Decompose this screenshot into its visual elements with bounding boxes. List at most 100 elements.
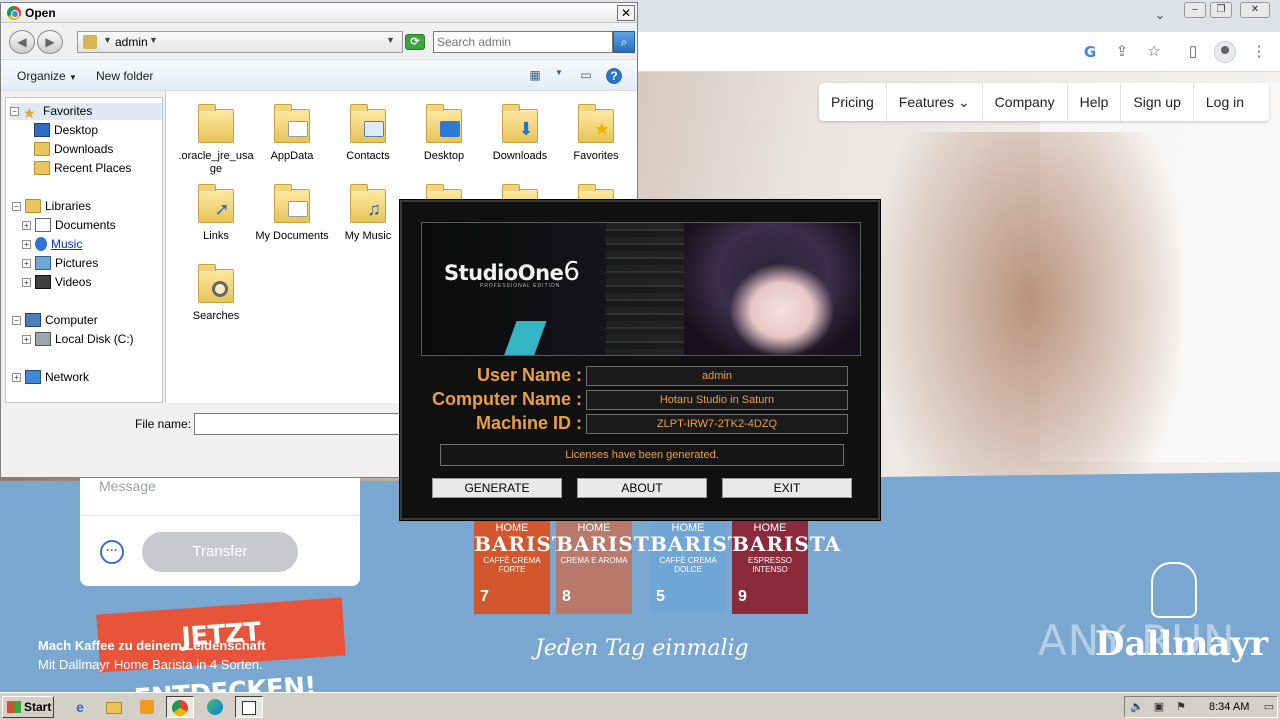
dialog-close-button[interactable]: ✕ [617,5,635,21]
flag-icon[interactable]: ⚑ [1173,700,1189,714]
tree-label: Videos [55,275,92,289]
tree-favorites[interactable]: − ★ Favorites [10,103,162,120]
nav-features-label: Features [898,94,955,110]
volume-icon[interactable]: 🔈 [1129,700,1145,714]
file-item[interactable]: ♫ My Music [328,179,408,243]
tree-pictures[interactable]: + Pictures [22,255,98,272]
view-dropdown-icon[interactable]: ▼ [551,68,567,84]
view-options-icon[interactable]: ▦ [527,68,543,84]
pack-strength: 5 [656,588,665,605]
brand-logo[interactable]: Dallmayr [1095,624,1268,664]
forward-button[interactable]: ▶ [37,30,63,54]
breadcrumb-arrow-icon[interactable]: ▼ [149,35,158,45]
internet-explorer-icon[interactable]: e [66,696,94,718]
file-item[interactable]: Contacts [328,99,408,163]
collapse-icon[interactable]: − [12,202,21,211]
clock[interactable]: 8:34 AM [1209,701,1249,713]
menu-kebab-icon[interactable]: ⋮ [1249,42,1269,62]
nav-pricing[interactable]: Pricing [819,83,887,121]
tree-recent-places[interactable]: Recent Places [34,160,131,177]
tree-music[interactable]: + Music [22,236,82,253]
transfer-button[interactable]: Transfer [142,532,298,572]
tree-label: Desktop [54,123,99,137]
promo-subline: Mit Dallmayr Home Barista in 4 Sorten. [38,657,263,672]
share-icon[interactable]: ⇪ [1112,42,1132,62]
side-panel-icon[interactable]: ▯ [1183,42,1203,62]
exit-button[interactable]: EXIT [722,478,852,498]
edge-icon[interactable] [201,696,229,718]
file-item[interactable]: Searches [176,259,256,323]
chrome-logo-icon [7,6,21,20]
tree-libraries[interactable]: − Libraries [12,198,91,215]
message-field[interactable]: Message [99,478,156,494]
computer-name-field[interactable]: Hotaru Studio in Saturn [586,390,848,410]
media-player-icon[interactable] [133,696,161,718]
chevron-down-icon: ⌄ [957,94,970,110]
links-folder-icon: ➚ [196,179,236,227]
nav-features[interactable]: Features ⌄ [887,83,983,121]
address-dropdown-icon[interactable]: ▼ [386,35,395,45]
tree-downloads[interactable]: Downloads [34,141,113,158]
expand-icon[interactable]: + [12,373,21,382]
about-button[interactable]: ABOUT [577,478,707,498]
tree-videos[interactable]: + Videos [22,274,91,291]
restore-button[interactable]: ❐ [1210,2,1232,18]
preview-pane-icon[interactable]: ▭ [578,68,594,84]
tree-desktop[interactable]: Desktop [34,122,98,139]
file-item[interactable]: Desktop [404,99,484,163]
collapse-icon[interactable]: − [10,107,19,116]
expand-icon[interactable]: + [22,240,31,249]
collapse-icon[interactable]: − [12,316,21,325]
generate-button[interactable]: GENERATE [432,478,562,498]
machine-id-field[interactable]: ZLPT-IRW7-2TK2-4DZQ [586,414,848,434]
address-bar[interactable]: ▼ admin ▼ ▼ [77,31,403,53]
tree-documents[interactable]: + Documents [22,217,116,234]
user-folder-icon [83,35,97,49]
breadcrumb-arrow-icon[interactable]: ▼ [103,35,112,45]
chrome-task-icon[interactable] [166,696,194,718]
close-window-button[interactable]: ✕ [1240,2,1270,18]
desktop-icon [34,123,50,137]
tree-network[interactable]: + Network [12,369,89,386]
file-item[interactable]: AppData [252,99,332,163]
more-options-icon[interactable]: ··· [100,540,124,564]
expand-icon[interactable]: + [22,221,31,230]
music-icon [35,237,47,251]
organize-button[interactable]: Organize ▼ [17,69,77,83]
tab-search-chevron-icon[interactable]: ⌄ [1152,8,1168,24]
search-input[interactable] [437,33,611,51]
tree-local-disk[interactable]: + Local Disk (C:) [22,331,134,348]
google-lens-icon[interactable]: G [1080,42,1100,62]
nav-sign-up[interactable]: Sign up [1121,83,1194,121]
nav-log-in[interactable]: Log in [1194,83,1256,121]
minimize-button[interactable]: – [1184,2,1206,18]
start-button[interactable]: Start [2,696,54,718]
refresh-button[interactable]: ⟳ [405,34,425,50]
back-button[interactable]: ◀ [9,30,35,54]
breadcrumb-admin[interactable]: admin [115,35,148,49]
file-item[interactable]: .oracle_jre_usage [176,99,256,176]
pack-variant: CAFFÈ CREMA DOLCE [659,556,717,574]
file-item[interactable]: ➚ Links [176,179,256,243]
anime-character-image [684,223,860,355]
nav-help[interactable]: Help [1068,83,1122,121]
expand-icon[interactable]: + [22,335,31,344]
explorer-folder-icon[interactable] [100,696,128,718]
profile-avatar[interactable] [1214,41,1236,63]
user-name-field[interactable]: admin [586,366,848,386]
expand-icon[interactable]: + [22,278,31,287]
search-icon[interactable]: ⌕ [613,31,635,53]
file-item[interactable]: ⬇ Downloads [480,99,560,163]
folder-icon [34,142,50,156]
nav-company[interactable]: Company [983,83,1068,121]
file-item[interactable]: ★ Favorites [556,99,636,163]
bookmark-star-icon[interactable]: ☆ [1144,42,1164,62]
network-tray-icon[interactable]: ▣ [1151,700,1167,714]
help-icon[interactable]: ? [606,68,622,84]
show-desktop-icon[interactable]: ▭ [1261,700,1277,714]
tree-computer[interactable]: − Computer [12,312,98,329]
new-folder-button[interactable]: New folder [96,69,153,83]
keygen-task-icon[interactable] [235,696,263,718]
file-item[interactable]: My Documents [252,179,332,243]
expand-icon[interactable]: + [22,259,31,268]
